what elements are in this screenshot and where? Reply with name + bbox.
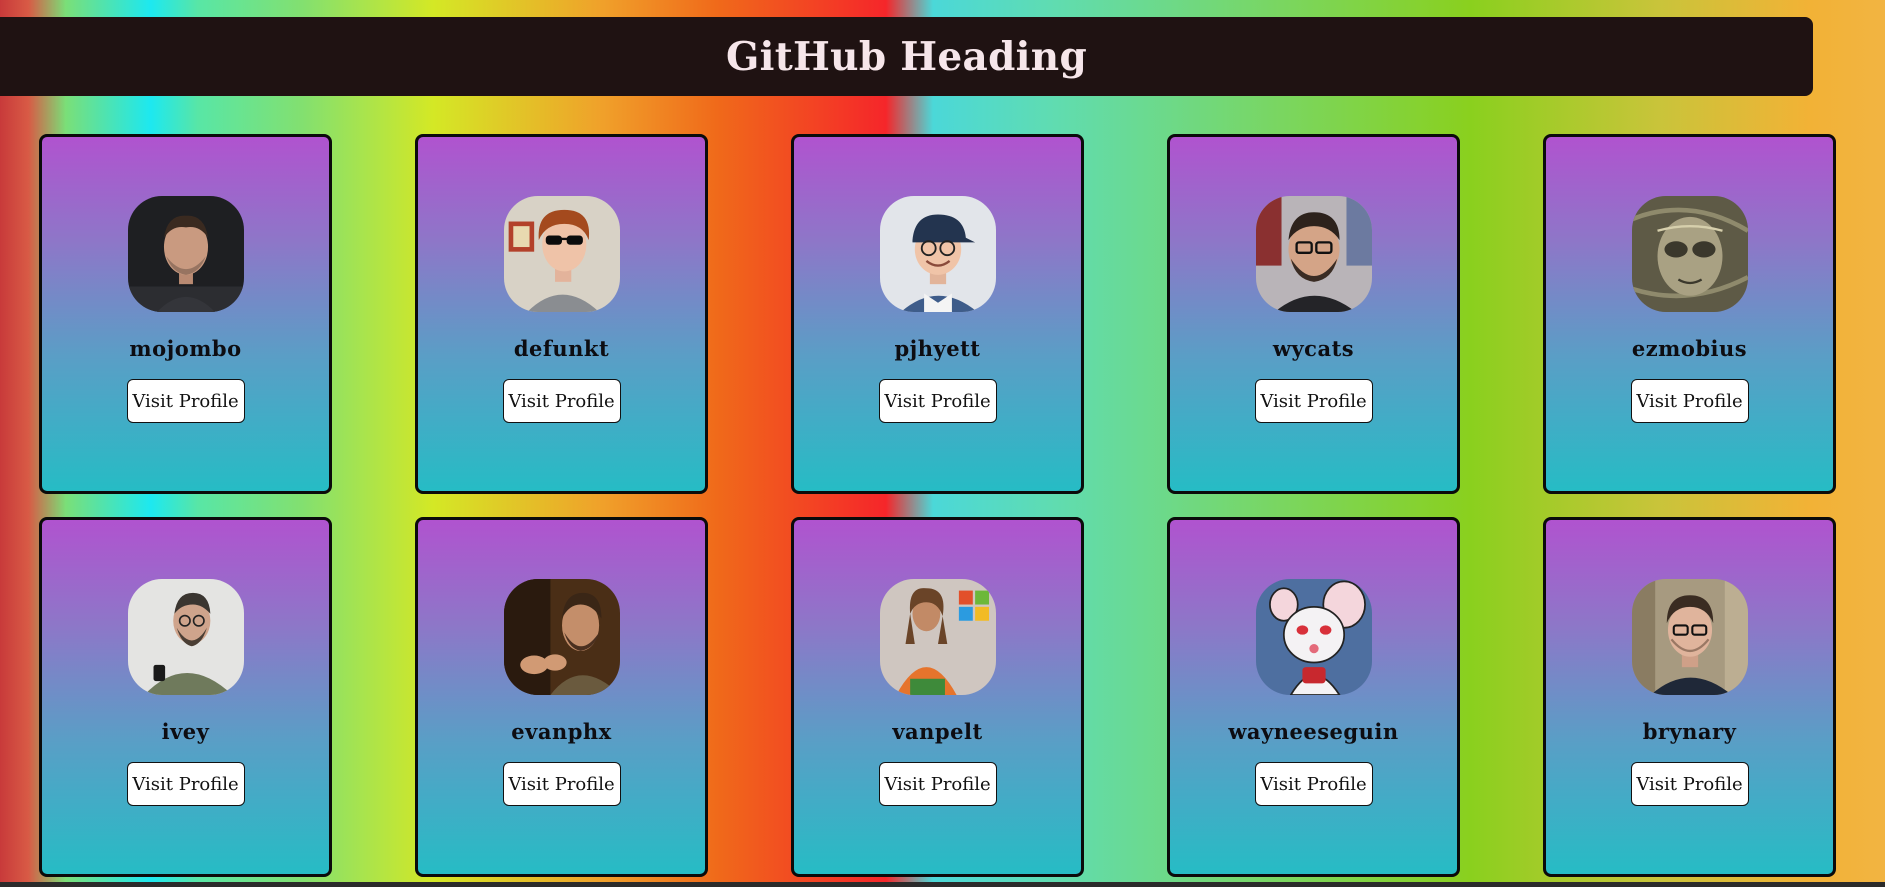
man-cap-glasses-portrait-icon xyxy=(879,196,996,312)
profile-card: pjhyett Visit Profile xyxy=(791,134,1084,494)
username: pjhyett xyxy=(894,336,981,361)
visit-profile-button[interactable]: Visit Profile xyxy=(1630,379,1749,423)
username: mojombo xyxy=(129,336,242,361)
profile-card: vanpelt Visit Profile xyxy=(791,517,1084,877)
visit-profile-button[interactable]: Visit Profile xyxy=(878,762,997,806)
man-presenting-portrait-icon xyxy=(879,579,996,695)
alien-sketch-portrait-icon xyxy=(1631,196,1748,312)
bearded-man-glasses-portrait-icon xyxy=(1255,196,1372,312)
profile-card: mojombo Visit Profile xyxy=(39,134,332,494)
visit-profile-button[interactable]: Visit Profile xyxy=(878,379,997,423)
man-speaking-portrait-icon xyxy=(503,579,620,695)
username: ivey xyxy=(161,719,210,744)
visit-profile-button[interactable]: Visit Profile xyxy=(126,762,245,806)
username: vanpelt xyxy=(892,719,983,744)
page: { "header": { "title": "GitHub Heading" … xyxy=(0,0,1885,887)
man-phone-portrait-icon xyxy=(127,579,244,695)
username: defunkt xyxy=(513,336,610,361)
profile-card: wycats Visit Profile xyxy=(1167,134,1460,494)
profile-card: wayneeseguin Visit Profile xyxy=(1167,517,1460,877)
username: wycats xyxy=(1272,336,1355,361)
profile-card: evanphx Visit Profile xyxy=(415,517,708,877)
visit-profile-button[interactable]: Visit Profile xyxy=(126,379,245,423)
visit-profile-button[interactable]: Visit Profile xyxy=(1254,379,1373,423)
profile-card: defunkt Visit Profile xyxy=(415,134,708,494)
bearded-man-portrait-icon xyxy=(127,196,244,312)
username: wayneeseguin xyxy=(1228,719,1399,744)
visit-profile-button[interactable]: Visit Profile xyxy=(1254,762,1373,806)
profile-card: ivey Visit Profile xyxy=(39,517,332,877)
visit-profile-button[interactable]: Visit Profile xyxy=(502,379,621,423)
profile-grid: mojombo Visit Profile defunkt Visit Prof… xyxy=(39,134,1836,877)
cartoon-mouse-portrait-icon xyxy=(1255,579,1372,695)
visit-profile-button[interactable]: Visit Profile xyxy=(502,762,621,806)
username: evanphx xyxy=(511,719,612,744)
profile-card: brynary Visit Profile xyxy=(1543,517,1836,877)
username: brynary xyxy=(1642,719,1737,744)
man-glasses-portrait-icon xyxy=(1631,579,1748,695)
username: ezmobius xyxy=(1631,336,1748,361)
page-title: GitHub Heading xyxy=(725,33,1088,80)
visit-profile-button[interactable]: Visit Profile xyxy=(1630,762,1749,806)
man-sunglasses-portrait-icon xyxy=(503,196,620,312)
profile-card: ezmobius Visit Profile xyxy=(1543,134,1836,494)
page-bottom-edge xyxy=(0,882,1885,887)
page-header: GitHub Heading xyxy=(0,17,1813,96)
